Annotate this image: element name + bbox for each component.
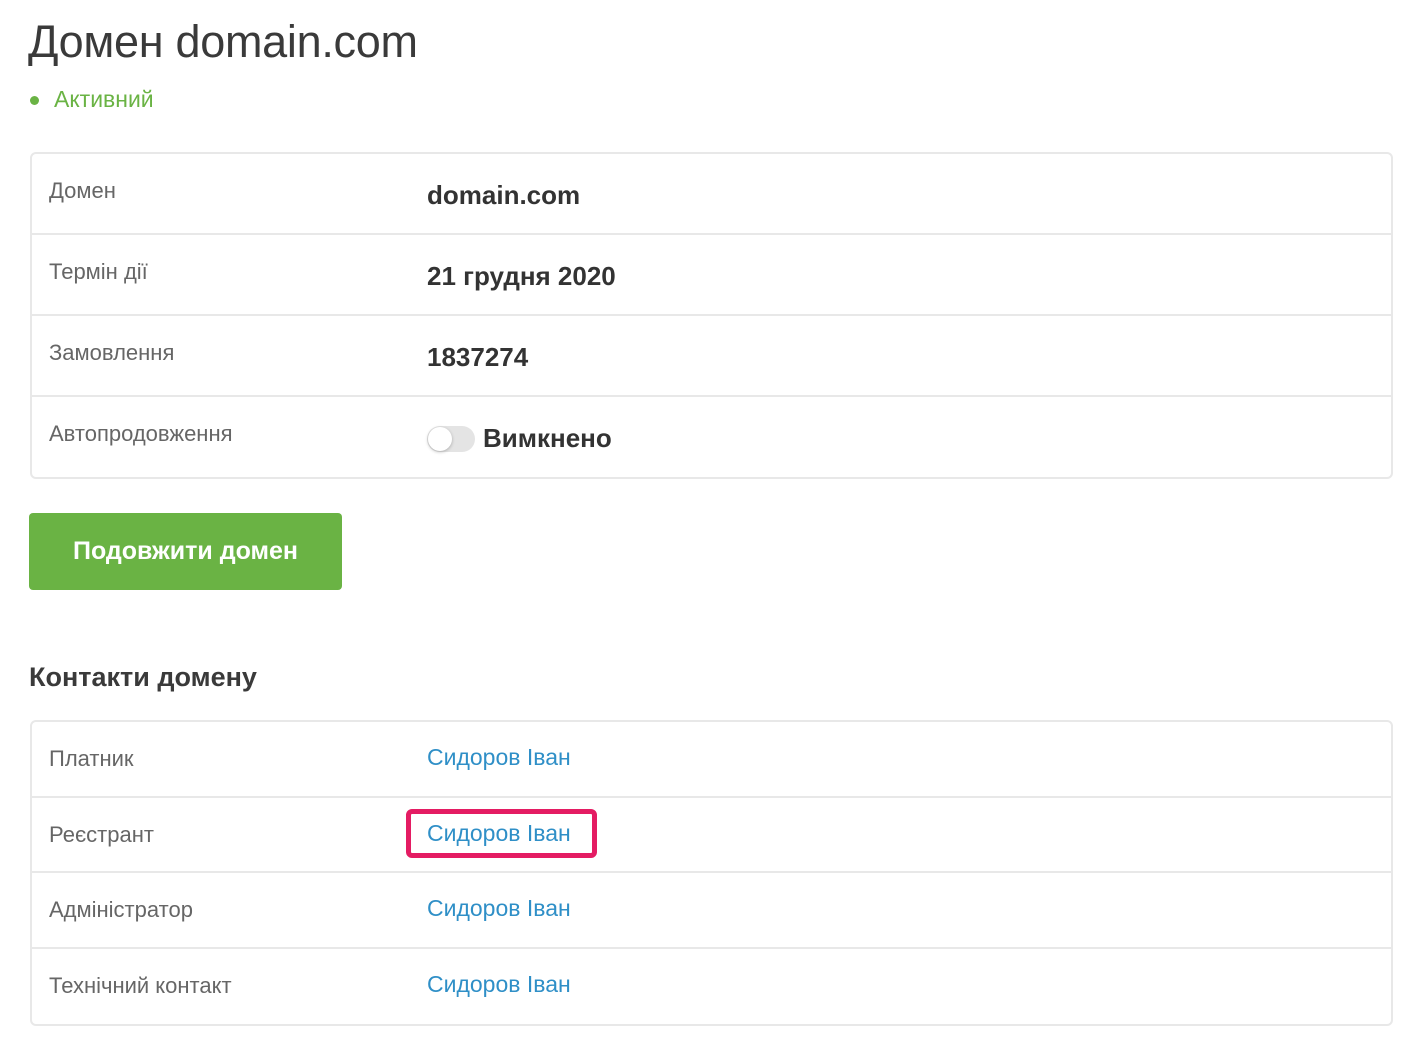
status-dot-icon xyxy=(30,96,39,105)
contact-link-tech[interactable]: Сидоров Іван xyxy=(427,971,571,998)
contact-row-payer: Платник Сидоров Іван xyxy=(32,722,1391,798)
contact-row-admin: Адміністратор Сидоров Іван xyxy=(32,873,1391,949)
details-row-expiry: Термін дії 21 грудня 2020 xyxy=(32,235,1391,316)
contact-link-registrant[interactable]: Сидоров Іван xyxy=(427,820,571,847)
row-label: Термін дії xyxy=(49,259,148,284)
row-label: Платник xyxy=(49,746,134,771)
row-label: Автопродовження xyxy=(49,421,233,446)
row-value: 1837274 xyxy=(427,342,529,372)
contact-row-tech: Технічний контакт Сидоров Іван xyxy=(32,949,1391,1025)
domain-contacts-table: Платник Сидоров Іван Реєстрант Сидоров І… xyxy=(30,720,1393,1026)
row-label: Домен xyxy=(49,178,116,203)
contact-link-admin[interactable]: Сидоров Іван xyxy=(427,895,571,922)
autorenew-toggle[interactable] xyxy=(427,425,475,452)
details-row-domain: Домен domain.com xyxy=(32,154,1391,235)
autorenew-state: Вимкнено xyxy=(483,423,612,453)
row-label: Технічний контакт xyxy=(49,972,232,998)
domain-page: Домен domain.com Активний Домен domain.c… xyxy=(0,0,1416,1056)
row-value: domain.com xyxy=(427,180,581,210)
status-label: Активний xyxy=(54,86,154,112)
contact-row-registrant: Реєстрант Сидоров Іван xyxy=(32,798,1391,873)
toggle-knob xyxy=(428,426,452,451)
details-row-autorenew: Автопродовження Вимкнено xyxy=(32,397,1391,477)
domain-details-table: Домен domain.com Термін дії 21 грудня 20… xyxy=(30,152,1393,479)
domain-status: Активний xyxy=(30,86,154,113)
row-label: Замовлення xyxy=(49,340,175,365)
row-label: Адміністратор xyxy=(49,897,193,922)
details-row-order: Замовлення 1837274 xyxy=(32,316,1391,397)
row-value: 21 грудня 2020 xyxy=(427,261,616,291)
contacts-section-title: Контакти домену xyxy=(29,662,257,692)
row-label: Реєстрант xyxy=(49,821,154,847)
autorenew-control: Вимкнено xyxy=(427,423,612,454)
contact-link-payer[interactable]: Сидоров Іван xyxy=(427,744,571,771)
page-title: Домен domain.com xyxy=(28,16,418,67)
renew-domain-button[interactable]: Подовжити домен xyxy=(29,513,342,590)
